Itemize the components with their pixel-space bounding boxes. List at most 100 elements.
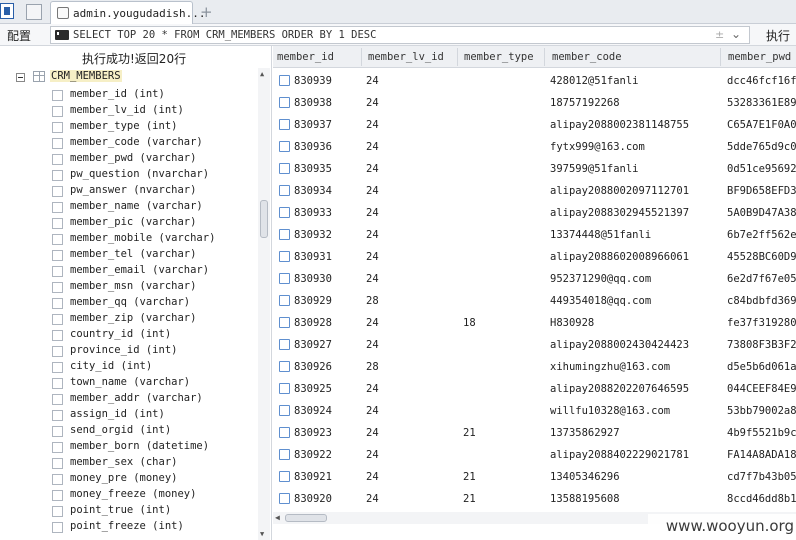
scroll-thumb[interactable] — [285, 514, 327, 522]
cell-member-code[interactable]: 397599@51fanli — [550, 163, 639, 175]
column-item[interactable]: member_qq (varchar) — [0, 295, 260, 311]
header-member-lv-id[interactable]: member_lv_id — [368, 51, 444, 63]
cell-member-code[interactable]: 13588195608 — [550, 493, 620, 505]
column-item[interactable]: member_born (datetime) — [0, 439, 260, 455]
table-row[interactable]: 830929 28 449354018@qq.com c84bdbfd3692 — [273, 290, 796, 312]
cell-member-id[interactable]: 830921 — [294, 471, 332, 483]
table-row[interactable]: 830925 24 alipay2088202207646595 044CEEF84E… — [273, 378, 796, 400]
cell-member-code[interactable]: alipay2088202207646595 — [550, 383, 689, 395]
table-row[interactable]: 830924 24 willfu10328@163.com 53bb79002a8a — [273, 400, 796, 422]
column-item[interactable]: point_true (int) — [0, 503, 260, 519]
cell-member-pwd[interactable]: 8ccd46dd8b1f — [727, 493, 796, 505]
chevron-down-icon[interactable]: ⌄ — [731, 27, 741, 41]
cell-member-id[interactable]: 830926 — [294, 361, 332, 373]
column-item[interactable]: money_freeze (money) — [0, 487, 260, 503]
cell-member-lv-id[interactable]: 24 — [366, 119, 379, 131]
cell-member-lv-id[interactable]: 28 — [366, 295, 379, 307]
cell-member-id[interactable]: 830929 — [294, 295, 332, 307]
cell-member-lv-id[interactable]: 28 — [366, 361, 379, 373]
cell-member-id[interactable]: 830935 — [294, 163, 332, 175]
table-row[interactable]: 830937 24 alipay2088002381148755 C65A7E1F0A… — [273, 114, 796, 136]
cell-member-lv-id[interactable]: 24 — [366, 251, 379, 263]
column-item[interactable]: pw_question (nvarchar) — [0, 167, 260, 183]
column-item[interactable]: send_orgid (int) — [0, 423, 260, 439]
cell-member-code[interactable]: fytx999@163.com — [550, 141, 645, 153]
cell-member-id[interactable]: 830928 — [294, 317, 332, 329]
cell-member-code[interactable]: 428012@51fanli — [550, 75, 639, 87]
table-row[interactable]: 830922 24 alipay2088402229021781 FA14A8ADA1… — [273, 444, 796, 466]
cell-member-code[interactable]: 13735862927 — [550, 427, 620, 439]
cell-member-pwd[interactable]: c84bdbfd3692 — [727, 295, 796, 307]
cell-member-id[interactable]: 830936 — [294, 141, 332, 153]
column-item[interactable]: member_lv_id (int) — [0, 103, 260, 119]
column-item[interactable]: city_id (int) — [0, 359, 260, 375]
cell-member-code[interactable]: alipay2088602008966061 — [550, 251, 689, 263]
cell-member-id[interactable]: 830938 — [294, 97, 332, 109]
cell-member-lv-id[interactable]: 24 — [366, 229, 379, 241]
cell-member-pwd[interactable]: 044CEEF84E97 — [727, 383, 796, 395]
cell-member-id[interactable]: 830920 — [294, 493, 332, 505]
cell-member-pwd[interactable]: 53bb79002a8a — [727, 405, 796, 417]
table-row[interactable]: 830934 24 alipay2088002097112701 BF9D658EFD… — [273, 180, 796, 202]
column-item[interactable]: member_pwd (varchar) — [0, 151, 260, 167]
cell-member-lv-id[interactable]: 24 — [366, 273, 379, 285]
cell-member-pwd[interactable]: d5e5b6d061a — [727, 361, 796, 373]
column-item[interactable]: point_freeze (int) — [0, 519, 260, 535]
table-row[interactable]: 830935 24 397599@51fanli 0d51ce95692 — [273, 158, 796, 180]
column-divider[interactable] — [361, 48, 362, 66]
column-item[interactable]: member_pic (varchar) — [0, 215, 260, 231]
table-row[interactable]: 830931 24 alipay2088602008966061 45528BC60D… — [273, 246, 796, 268]
cell-member-pwd[interactable]: cd7f7b43b055 — [727, 471, 796, 483]
cell-member-code[interactable]: 952371290@qq.com — [550, 273, 651, 285]
cell-member-code[interactable]: xihumingzhu@163.com — [550, 361, 670, 373]
column-item[interactable]: pw_answer (nvarchar) — [0, 183, 260, 199]
cell-member-lv-id[interactable]: 24 — [366, 97, 379, 109]
cell-member-lv-id[interactable]: 24 — [366, 317, 379, 329]
cell-member-lv-id[interactable]: 24 — [366, 75, 379, 87]
header-member-type[interactable]: member_type — [464, 51, 534, 63]
cell-member-id[interactable]: 830930 — [294, 273, 332, 285]
panel-toggle-icon[interactable] — [0, 3, 14, 19]
cell-member-pwd[interactable]: fe37f3192800 — [727, 317, 796, 329]
table-row[interactable]: 830938 24 18757192268 53283361E899 — [273, 92, 796, 114]
column-item[interactable]: assign_id (int) — [0, 407, 260, 423]
column-item[interactable]: member_code (varchar) — [0, 135, 260, 151]
cell-member-code[interactable]: 13405346296 — [550, 471, 620, 483]
config-button[interactable]: 配置 — [7, 27, 31, 44]
cell-member-id[interactable]: 830934 — [294, 185, 332, 197]
execute-button[interactable]: 执行 — [766, 27, 790, 44]
cell-member-id[interactable]: 830922 — [294, 449, 332, 461]
cell-member-lv-id[interactable]: 24 — [366, 405, 379, 417]
cell-member-pwd[interactable]: dcc46fcf16f3 — [727, 75, 796, 87]
cell-member-code[interactable]: 449354018@qq.com — [550, 295, 651, 307]
cell-member-id[interactable]: 830924 — [294, 405, 332, 417]
vertical-scrollbar[interactable]: ▲ ▼ — [258, 68, 270, 540]
column-divider[interactable] — [457, 48, 458, 66]
cell-member-id[interactable]: 830939 — [294, 75, 332, 87]
cell-member-code[interactable]: alipay2088302945521397 — [550, 207, 689, 219]
column-item[interactable]: member_id (int) — [0, 87, 260, 103]
column-item[interactable]: member_type (int) — [0, 119, 260, 135]
cell-member-id[interactable]: 830932 — [294, 229, 332, 241]
cell-member-code[interactable]: H830928 — [550, 317, 594, 329]
scroll-down-icon[interactable]: ▼ — [260, 530, 264, 538]
cell-member-id[interactable]: 830933 — [294, 207, 332, 219]
table-row[interactable]: 830928 24 18 H830928 fe37f3192800 — [273, 312, 796, 334]
cell-member-pwd[interactable]: BF9D658EFD31 — [727, 185, 796, 197]
cell-member-lv-id[interactable]: 24 — [366, 427, 379, 439]
column-divider[interactable] — [544, 48, 545, 66]
cell-member-pwd[interactable]: 6b7e2ff562e1 — [727, 229, 796, 241]
cell-member-code[interactable]: willfu10328@163.com — [550, 405, 670, 417]
column-item[interactable]: money_pre (money) — [0, 471, 260, 487]
cell-member-pwd[interactable]: 5dde765d9c0 — [727, 141, 796, 153]
cell-member-type[interactable]: 21 — [463, 471, 476, 483]
cell-member-id[interactable]: 830937 — [294, 119, 332, 131]
cell-member-lv-id[interactable]: 24 — [366, 339, 379, 351]
column-divider[interactable] — [720, 48, 721, 66]
column-item[interactable]: member_tel (varchar) — [0, 247, 260, 263]
collapse-icon[interactable] — [16, 73, 25, 82]
tab-connection[interactable]: admin.yougudadish... — [50, 1, 205, 24]
grid-view-icon[interactable] — [26, 4, 42, 20]
cell-member-code[interactable]: alipay2088002097112701 — [550, 185, 689, 197]
table-row[interactable]: 830936 24 fytx999@163.com 5dde765d9c0 — [273, 136, 796, 158]
